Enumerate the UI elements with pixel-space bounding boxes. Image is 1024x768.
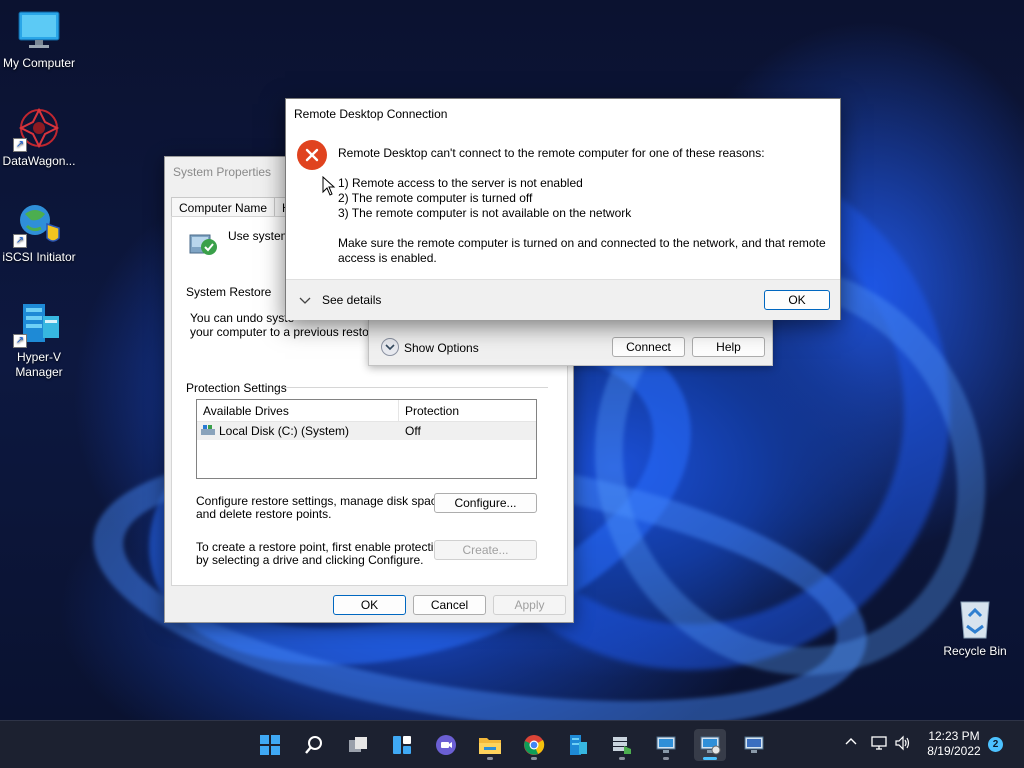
- monitor-icon: [17, 8, 61, 52]
- chrome-icon[interactable]: [518, 729, 550, 761]
- network-icon[interactable]: [870, 734, 888, 755]
- clock-time: 12:23 PM: [928, 729, 980, 743]
- drive-name: Local Disk (C:) (System): [219, 424, 350, 438]
- configure-button[interactable]: Configure...: [434, 493, 537, 513]
- shortcut-arrow-icon: ↗: [13, 334, 27, 348]
- drives-list[interactable]: Available Drives Protection Local Disk (…: [196, 399, 537, 479]
- hyperv-taskbar-icon[interactable]: [562, 729, 594, 761]
- desktop-icon-my-computer[interactable]: My Computer: [0, 8, 78, 71]
- show-options-link[interactable]: Show Options: [404, 341, 479, 355]
- hyperv-icon: ↗: [13, 302, 61, 348]
- notification-badge[interactable]: 2: [988, 737, 1003, 752]
- configure-text-2: and delete restore points.: [196, 507, 332, 521]
- protection-settings-group-label: Protection Settings: [186, 381, 287, 395]
- group-divider: [284, 387, 548, 388]
- error-icon: [296, 139, 328, 174]
- connect-button[interactable]: Connect: [612, 337, 685, 357]
- remote-desktop-active-icon[interactable]: [694, 729, 726, 761]
- desktop-icon-label: DataWagon...: [2, 154, 76, 168]
- shortcut-arrow-icon: ↗: [13, 138, 27, 152]
- reason-2: 2) The remote computer is turned off: [338, 191, 533, 205]
- system-protection-icon: [186, 227, 220, 264]
- chevron-up-icon[interactable]: [844, 735, 858, 752]
- advice-line-2: access is enabled.: [338, 251, 437, 265]
- ok-button[interactable]: OK: [333, 595, 406, 615]
- advice-line-1: Make sure the remote computer is turned …: [338, 236, 826, 250]
- volume-icon[interactable]: [894, 734, 912, 755]
- recycle-bin-icon: [953, 596, 997, 640]
- server-manager-icon[interactable]: [606, 729, 638, 761]
- column-header-drives[interactable]: Available Drives: [197, 400, 399, 421]
- restore-description-1: You can undo syste: [190, 311, 295, 325]
- drive-icon: [201, 424, 215, 439]
- desktop-icon-label: Hyper-V Manager: [15, 350, 63, 379]
- taskbar: 12:23 PM 8/19/2022 2: [0, 720, 1024, 768]
- ok-button[interactable]: OK: [764, 290, 830, 310]
- create-text-2: by selecting a drive and clicking Config…: [196, 553, 424, 567]
- desktop-icon-datawagon[interactable]: ↗ DataWagon...: [0, 106, 78, 169]
- window-title: System Properties: [173, 165, 272, 179]
- configure-text-1: Configure restore settings, manage disk …: [196, 494, 447, 508]
- desktop-icon-hyperv-manager[interactable]: ↗ Hyper-V Manager: [0, 302, 78, 380]
- apply-button[interactable]: Apply: [493, 595, 566, 615]
- dialog-footer: See details OK: [286, 279, 840, 320]
- clock-date: 8/19/2022: [927, 744, 981, 758]
- task-view-icon[interactable]: [342, 729, 374, 761]
- shortcut-arrow-icon: ↗: [13, 234, 27, 248]
- restore-description-2: your computer to a previous restore po: [190, 325, 397, 339]
- reason-1: 1) Remote access to the server is not en…: [338, 176, 583, 190]
- dialog-title: Remote Desktop Connection: [294, 107, 448, 121]
- desktop-icon-label: Recycle Bin: [943, 644, 1007, 658]
- desktop-icon-label: iSCSI Initiator: [2, 250, 76, 264]
- drive-protection: Off: [405, 424, 421, 438]
- desktop-icon-iscsi-initiator[interactable]: ↗ iSCSI Initiator: [0, 202, 78, 265]
- iscsi-globe-icon: ↗: [13, 202, 61, 248]
- drives-header: Available Drives Protection: [197, 400, 536, 422]
- table-row[interactable]: Local Disk (C:) (System) Off: [197, 422, 536, 440]
- datawagon-icon: ↗: [13, 106, 61, 152]
- create-button[interactable]: Create...: [434, 540, 537, 560]
- cancel-button[interactable]: Cancel: [413, 595, 486, 615]
- column-header-protection[interactable]: Protection: [399, 400, 465, 421]
- search-icon[interactable]: [298, 729, 330, 761]
- help-button[interactable]: Help: [692, 337, 765, 357]
- error-dialog: Remote Desktop Connection Remote Desktop…: [285, 98, 841, 320]
- chevron-down-icon[interactable]: [298, 293, 312, 310]
- tab-computer-name[interactable]: Computer Name: [171, 197, 276, 217]
- start-icon[interactable]: [254, 729, 286, 761]
- teams-chat-icon[interactable]: [430, 729, 462, 761]
- create-text-1: To create a restore point, first enable …: [196, 540, 447, 554]
- error-headline: Remote Desktop can't connect to the remo…: [338, 146, 765, 160]
- see-details-link[interactable]: See details: [322, 293, 381, 307]
- file-explorer-icon[interactable]: [474, 729, 506, 761]
- desktop-icon-label: My Computer: [2, 56, 76, 70]
- remote-desktop-2-icon[interactable]: [738, 729, 770, 761]
- remote-desktop-window: Show Options Connect Help: [368, 318, 773, 366]
- reason-3: 3) The remote computer is not available …: [338, 206, 632, 220]
- system-restore-group-label: System Restore: [186, 285, 272, 299]
- mouse-cursor-icon: [322, 175, 336, 199]
- widgets-icon[interactable]: [386, 729, 418, 761]
- clock[interactable]: 12:23 PM 8/19/2022: [924, 729, 984, 759]
- chevron-down-icon[interactable]: [381, 338, 399, 356]
- remote-desktop-icon[interactable]: [650, 729, 682, 761]
- desktop-icon-recycle-bin[interactable]: Recycle Bin: [936, 596, 1014, 659]
